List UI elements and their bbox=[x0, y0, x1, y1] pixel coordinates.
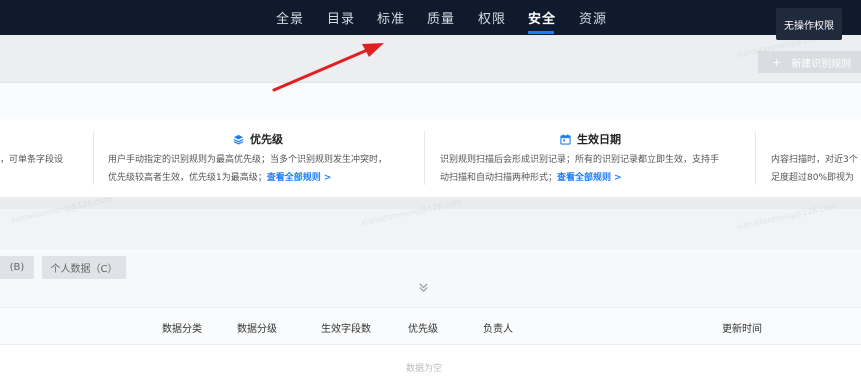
active-tab-indicator bbox=[528, 31, 554, 34]
card-effective-date-line2: 动扫描和自动扫描两种形式；查看全部规则 > bbox=[440, 169, 622, 187]
spacer-strip bbox=[0, 83, 861, 119]
nav-item-standard[interactable]: 标准 bbox=[377, 8, 405, 27]
top-navigation: 全景 目录 标准 质量 权限 安全 资源 bbox=[0, 0, 861, 35]
view-all-rules-link[interactable]: 查看全部规则 > bbox=[557, 173, 622, 183]
new-rule-button[interactable]: + 新建识别规则 bbox=[758, 51, 861, 73]
nav-item-overview[interactable]: 全景 bbox=[276, 8, 304, 27]
column-header-updated-time: 更新时间 bbox=[722, 324, 762, 335]
info-cards: ，可单条字段设 优先级 用户手动指定的识别规则为最高优先级；当多个识别规则发生冲… bbox=[0, 119, 861, 197]
card-effective-date-title: 生效日期 bbox=[560, 131, 621, 147]
card-effective-date-line2-text: 动扫描和自动扫描两种形式； bbox=[440, 173, 558, 183]
nav-item-permission[interactable]: 权限 bbox=[478, 8, 506, 27]
column-header-data-level: 数据分级 bbox=[237, 324, 277, 335]
card-priority-title-text: 优先级 bbox=[250, 133, 283, 146]
card-effective-date-title-text: 生效日期 bbox=[577, 133, 621, 146]
nav-item-resource[interactable]: 资源 bbox=[579, 8, 607, 27]
layers-icon bbox=[233, 134, 244, 145]
column-header-priority: 优先级 bbox=[408, 324, 438, 335]
card-priority-title: 优先级 bbox=[233, 131, 283, 147]
toolbar: + 新建识别规则 bbox=[0, 35, 861, 83]
card4-line1: 内容扫描时，对近3个 bbox=[771, 155, 858, 165]
column-header-data-category: 数据分类 bbox=[162, 324, 202, 335]
column-header-effective-fields: 生效字段数 bbox=[321, 324, 371, 335]
card-divider bbox=[424, 131, 425, 185]
plus-icon: + bbox=[772, 55, 782, 69]
tab-category-b[interactable]: (B) bbox=[0, 256, 34, 279]
empty-state-text: 数据为空 bbox=[406, 364, 443, 374]
card4-line2: 足度超过80%即视为 bbox=[771, 173, 855, 183]
table-header: 数据分类 数据分级 生效字段数 优先级 负责人 更新时间 bbox=[0, 307, 861, 345]
calendar-icon bbox=[560, 133, 571, 145]
card-priority-line2-text: 优先级较高者生效，优先级1为最高级； bbox=[108, 173, 267, 183]
card-divider bbox=[755, 131, 756, 185]
table-body: 数据为空 bbox=[0, 345, 861, 382]
category-tabs: (B) 个人数据（C） bbox=[0, 249, 861, 307]
new-rule-label: 新建识别规则 bbox=[791, 58, 852, 70]
nav-item-catalog[interactable]: 目录 bbox=[327, 8, 355, 27]
card1-text: ，可单条字段设 bbox=[0, 155, 64, 165]
double-chevron-down-icon[interactable] bbox=[418, 282, 429, 296]
card-divider bbox=[93, 131, 94, 185]
card-priority-line1: 用户手动指定的识别规则为最高优先级；当多个识别规则发生冲突时， bbox=[108, 155, 388, 165]
filter-band bbox=[0, 209, 861, 249]
view-all-rules-link[interactable]: 查看全部规则 > bbox=[267, 173, 332, 183]
nav-item-quality[interactable]: 质量 bbox=[427, 8, 455, 27]
card-effective-date-line1: 识别规则扫描后会形成识别记录；所有的识别记录都立即生效，支持手 bbox=[440, 155, 720, 165]
column-header-owner: 负责人 bbox=[483, 324, 513, 335]
card-priority-line2: 优先级较高者生效，优先级1为最高级；查看全部规则 > bbox=[108, 169, 331, 187]
tab-personal-data[interactable]: 个人数据（C） bbox=[42, 256, 126, 279]
nav-item-security[interactable]: 安全 bbox=[528, 8, 556, 27]
